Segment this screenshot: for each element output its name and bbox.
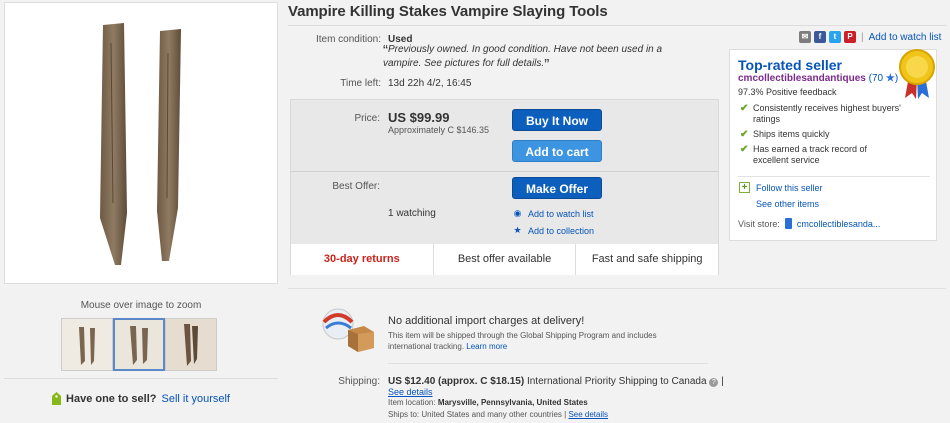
- checkmark-icon: ✔: [740, 144, 749, 155]
- sell-question: Have one to sell?: [66, 392, 157, 405]
- shipping-service: International Priority Shipping to Canad…: [526, 376, 707, 387]
- make-offer-button[interactable]: Make Offer: [512, 177, 602, 199]
- watching-count: 1 watching: [388, 208, 436, 219]
- see-shipping-details-link[interactable]: See details: [388, 387, 433, 397]
- add-to-watch-list-action[interactable]: ◉ Add to watch list: [513, 208, 594, 219]
- gsp-description-text: This item will be shipped through the Gl…: [388, 331, 657, 351]
- shipping-divider: [388, 363, 708, 364]
- feedback-score-link[interactable]: 70: [872, 73, 883, 84]
- perk-text: Ships items quickly: [753, 129, 830, 139]
- add-to-watch-list-link[interactable]: Add to watch list: [528, 209, 594, 219]
- shipping-highlight: Fast and safe shipping: [591, 253, 703, 265]
- twitter-share-icon[interactable]: t: [829, 31, 841, 43]
- price-label: Price:: [354, 113, 380, 124]
- thumbnail-image: [62, 319, 112, 370]
- share-bar: ✉ f t P | Add to watch list: [799, 31, 941, 43]
- seller-name-link[interactable]: cmcollectiblesandantiques: [738, 73, 866, 84]
- top-rated-medal-icon: [899, 49, 935, 99]
- thumbnail-image: [115, 320, 163, 369]
- time-left-value: 13d 22h 4/2, 16:45: [388, 78, 472, 89]
- ships-to-separator: |: [564, 410, 567, 419]
- condition-label: Item condition:: [315, 34, 381, 45]
- title-divider: [288, 25, 946, 26]
- purchase-box: Price: US $99.99 Approximately C $146.35…: [290, 99, 719, 275]
- store-icon: [784, 218, 792, 229]
- add-to-watch-list-top-link[interactable]: Add to watch list: [869, 32, 942, 43]
- checkmark-icon: ✔: [740, 129, 749, 140]
- share-separator: |: [861, 31, 864, 43]
- shipping-separator: |: [721, 376, 724, 387]
- item-location: Item location: Marysville, Pennsylvania,…: [388, 398, 588, 407]
- zoom-hint: Mouse over image to zoom: [80, 300, 202, 311]
- seller-card-divider: [738, 176, 930, 177]
- positive-feedback: 97.3% Positive feedback: [738, 87, 837, 97]
- see-other-items-link[interactable]: See other items: [756, 199, 819, 209]
- eye-icon: ◉: [513, 208, 522, 218]
- thumbnail-3[interactable]: [165, 318, 217, 371]
- global-shipping-icon: [322, 308, 374, 352]
- perk-text: Consistently receives highest buyers' ra…: [753, 103, 901, 124]
- perk-item: ✔ Consistently receives highest buyers' …: [740, 103, 905, 125]
- feedback-star-icon: ★: [885, 73, 895, 84]
- follow-seller-link[interactable]: Follow this seller: [756, 183, 823, 193]
- add-to-collection-link[interactable]: Add to collection: [528, 226, 594, 236]
- top-rated-seller-heading: Top-rated seller: [738, 57, 842, 73]
- condition-description-text: Previously owned. In good condition. Hav…: [383, 44, 663, 69]
- visit-store-label: Visit store:: [738, 218, 780, 229]
- store-name-link[interactable]: cmcollectiblesanda...: [797, 219, 881, 229]
- item-title: Vampire Killing Stakes Vampire Slaying T…: [288, 3, 608, 20]
- ships-to-value: United States and many other countries: [421, 410, 562, 419]
- wooden-stakes-photo: [100, 23, 181, 265]
- email-share-icon[interactable]: ✉: [799, 31, 811, 43]
- star-icon: ★: [513, 225, 522, 235]
- info-icon[interactable]: ?: [709, 378, 719, 387]
- item-location-label: Item location:: [388, 398, 436, 407]
- time-left-label: Time left:: [340, 78, 381, 89]
- buy-it-now-button[interactable]: Buy It Now: [512, 109, 602, 131]
- ships-to: Ships to: United States and many other c…: [388, 410, 608, 419]
- seller-info: cmcollectiblesandantiques (70 ★): [738, 73, 898, 84]
- shipping-top-divider: [288, 288, 946, 289]
- best-offer-label: Best Offer:: [332, 181, 380, 192]
- shipping-cost: US $12.40 (approx. C $18.15): [388, 376, 525, 387]
- item-location-value: Marysville, Pennsylvania, United States: [437, 398, 588, 407]
- add-to-collection-action[interactable]: ★ Add to collection: [513, 225, 594, 236]
- plus-icon: +: [739, 182, 750, 193]
- price-divider: [291, 171, 718, 172]
- pinterest-share-icon[interactable]: P: [844, 31, 856, 43]
- condition-description: “Previously owned. In good condition. Ha…: [383, 43, 701, 73]
- follow-seller-action[interactable]: + Follow this seller: [739, 182, 823, 193]
- close-quote-icon: ”: [544, 56, 550, 73]
- main-item-photo[interactable]: [4, 2, 278, 284]
- price-tag-icon: [52, 392, 62, 405]
- gsp-title: No additional import charges at delivery…: [388, 315, 585, 327]
- sell-it-yourself-link[interactable]: Sell it yourself: [162, 393, 230, 405]
- best-offer-highlight: Best offer available: [434, 244, 577, 275]
- facebook-share-icon[interactable]: f: [814, 31, 826, 43]
- learn-more-link[interactable]: Learn more: [466, 342, 507, 351]
- returns-highlight: 30-day returns: [291, 244, 434, 275]
- highlights-row: 30-day returns Best offer available Fast…: [291, 244, 718, 275]
- shipping-line: US $12.40 (approx. C $18.15) Internation…: [388, 376, 724, 387]
- thumbnail-1[interactable]: [61, 318, 113, 371]
- add-to-cart-button[interactable]: Add to cart: [512, 140, 602, 162]
- thumbnail-image: [166, 319, 216, 370]
- ships-to-label: Ships to:: [388, 410, 420, 419]
- perk-item: ✔ Has earned a track record of excellent…: [740, 144, 905, 166]
- price-value: US $99.99: [388, 110, 450, 125]
- see-ships-to-details-link[interactable]: See details: [568, 410, 608, 419]
- perk-item: ✔ Ships items quickly: [740, 129, 905, 140]
- thumbnail-2[interactable]: [113, 318, 165, 371]
- sell-one-bar: Have one to sell? Sell it yourself: [4, 378, 278, 418]
- visit-store-row: Visit store: cmcollectiblesanda...: [738, 218, 880, 229]
- gsp-description: This item will be shipped through the Gl…: [388, 330, 688, 352]
- price-approx: Approximately C $146.35: [388, 125, 490, 135]
- checkmark-icon: ✔: [740, 103, 749, 114]
- shipping-label: Shipping:: [338, 376, 380, 387]
- perk-text: Has earned a track record of excellent s…: [753, 144, 868, 165]
